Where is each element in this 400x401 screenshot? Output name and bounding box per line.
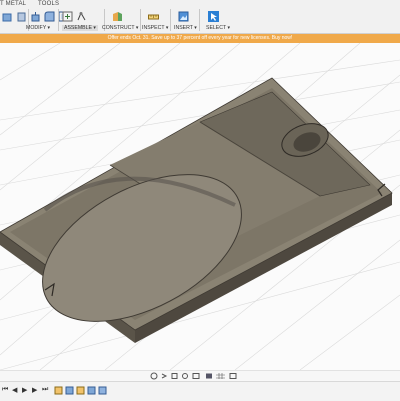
next-icon[interactable]: ▶ bbox=[32, 386, 37, 394]
offset-plane-icon bbox=[113, 11, 122, 21]
prev-icon[interactable]: ◀ bbox=[12, 386, 17, 394]
press-pull-icon bbox=[31, 11, 40, 21]
orbit-icon[interactable] bbox=[150, 372, 158, 380]
joint-icon bbox=[77, 11, 86, 20]
box-icon bbox=[2, 13, 12, 21]
promo-banner[interactable]: Offer ends Oct. 31. Save up to 37 percen… bbox=[0, 34, 400, 43]
toolbar-separator bbox=[199, 9, 200, 31]
insert-menu[interactable]: INSERT ▾ bbox=[174, 25, 197, 31]
extrude-feature-icon[interactable] bbox=[65, 386, 74, 395]
first-icon[interactable]: ⏮ bbox=[2, 386, 8, 394]
extrude-icon bbox=[17, 12, 26, 21]
play-icon[interactable]: ▶ bbox=[22, 386, 27, 394]
measure-icon bbox=[148, 14, 159, 19]
select-menu[interactable]: SELECT ▾ bbox=[206, 25, 230, 31]
tab-sheet-metal[interactable]: T METAL bbox=[0, 1, 26, 7]
navigation-bar bbox=[0, 370, 400, 381]
timeline-bar: ⏮ ◀ ▶ ▶ ⏭ bbox=[0, 381, 400, 401]
extrude-feature-icon[interactable] bbox=[87, 386, 96, 395]
toolbar-separator bbox=[58, 9, 59, 31]
canvas-viewport[interactable] bbox=[0, 42, 400, 371]
toolbar-separator bbox=[170, 9, 171, 31]
sketch-feature-icon[interactable] bbox=[76, 386, 85, 395]
pan-icon[interactable] bbox=[161, 373, 168, 379]
fit-icon[interactable] bbox=[192, 373, 200, 379]
construct-menu[interactable]: CONSTRUCT ▾ bbox=[102, 25, 139, 31]
model-scene[interactable] bbox=[0, 42, 400, 371]
new-component-icon bbox=[62, 11, 73, 21]
fillet-feature-icon[interactable] bbox=[98, 386, 107, 395]
grid-icon[interactable] bbox=[216, 373, 225, 379]
tray-part[interactable] bbox=[0, 77, 393, 352]
modify-menu[interactable]: MODIFY ▾ bbox=[26, 25, 50, 31]
fillet-icon bbox=[44, 11, 55, 21]
tab-tools[interactable]: TOOLS bbox=[38, 1, 59, 7]
last-icon[interactable]: ⏭ bbox=[42, 386, 48, 394]
navbar-icons bbox=[150, 372, 237, 380]
promo-banner-text[interactable]: Offer ends Oct. 31. Save up to 37 percen… bbox=[0, 35, 400, 41]
hand-icon[interactable] bbox=[171, 373, 178, 379]
assemble-menu[interactable]: ASSEMBLE ▾ bbox=[62, 25, 99, 31]
select-cursor-icon bbox=[208, 10, 219, 22]
display-icon[interactable] bbox=[206, 373, 212, 379]
insert-image-icon bbox=[178, 11, 189, 21]
toolbar-separator bbox=[140, 9, 141, 31]
toolbar: T METAL TOOLS MODIFY ▾ ASSEMBLE ▾ CONSTR… bbox=[0, 0, 400, 34]
inspect-menu[interactable]: INSPECT ▾ bbox=[142, 25, 168, 31]
sketch-feature-icon[interactable] bbox=[54, 386, 63, 395]
zoom-icon[interactable] bbox=[182, 373, 188, 379]
viewport-icon[interactable] bbox=[229, 373, 237, 379]
